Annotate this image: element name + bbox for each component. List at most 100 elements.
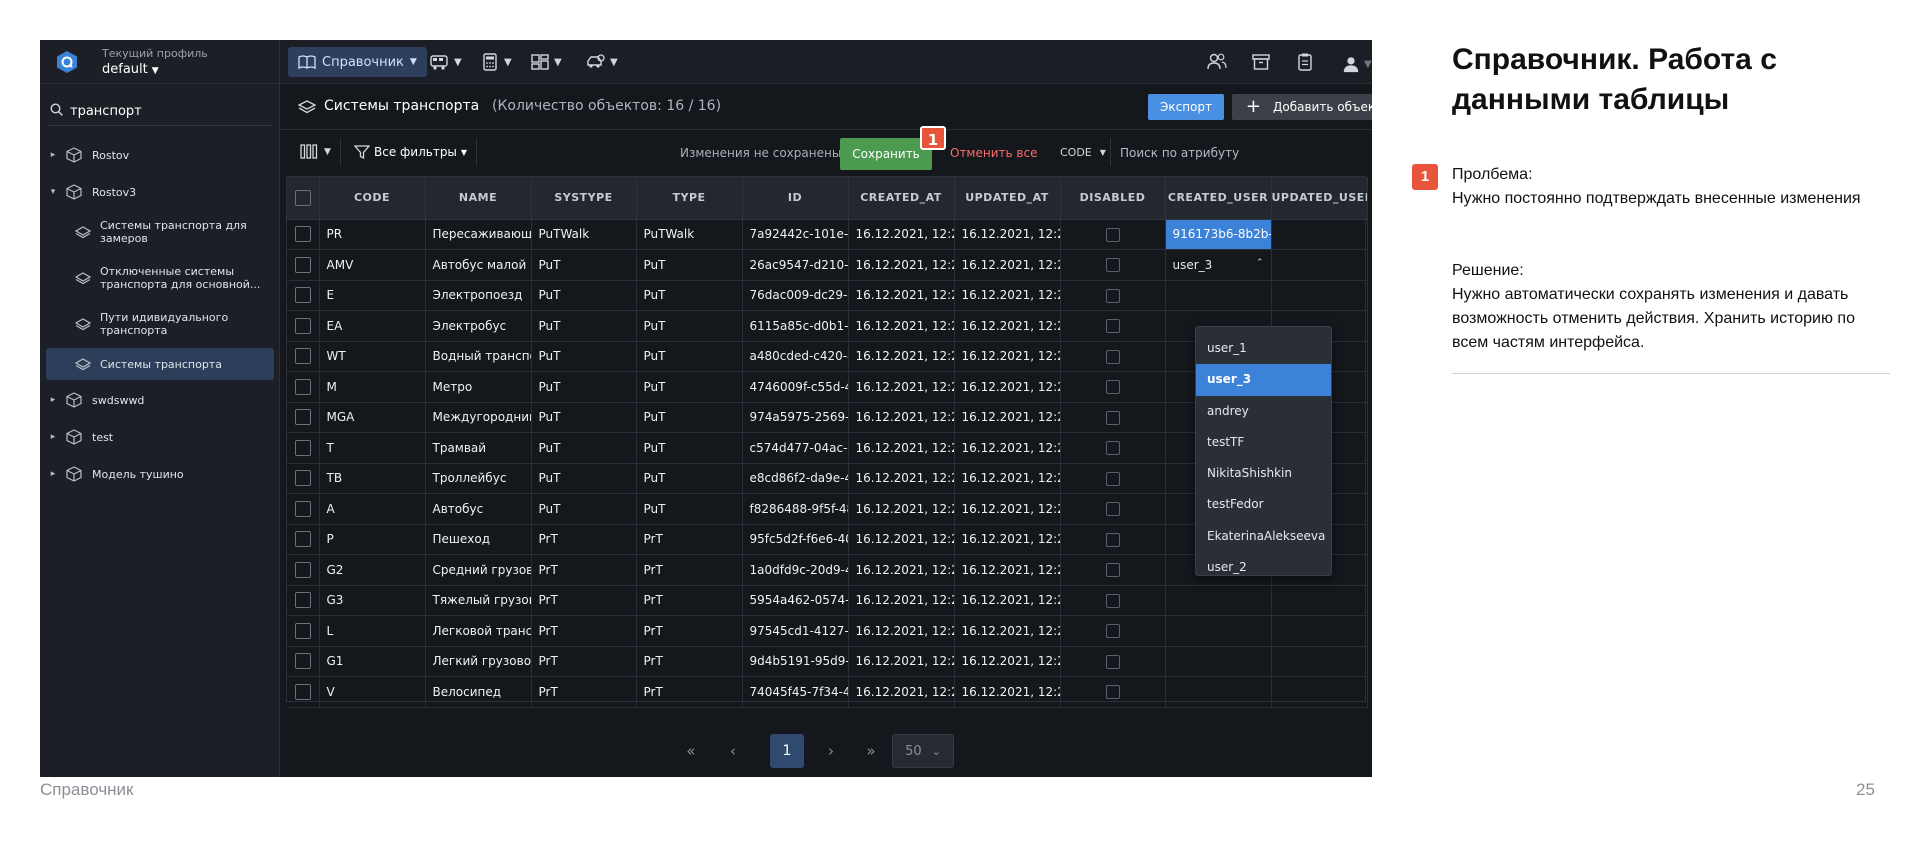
cell-created-at[interactable]: 16.12.2021, 12:29: [848, 554, 955, 586]
cell-updated-at[interactable]: 16.12.2021, 12:29: [954, 341, 1061, 372]
table-row[interactable]: PR Пересаживающ PuTWalk PuTWalk 7a92442c-101…: [287, 219, 1368, 250]
user-menu-button[interactable]: ▼: [1342, 51, 1372, 77]
disabled-checkbox[interactable]: [1105, 471, 1120, 486]
row-checkbox[interactable]: [294, 317, 311, 334]
cell-systype[interactable]: PuT: [531, 249, 637, 281]
cell-created-at[interactable]: 16.12.2021, 12:29: [848, 341, 955, 372]
disabled-checkbox[interactable]: [1105, 532, 1120, 547]
cell-systype[interactable]: PuT: [531, 341, 637, 372]
sidebar-item-disabled-systems[interactable]: Отключенные системы транспорта для основ…: [46, 262, 274, 294]
cell-type[interactable]: PuT: [636, 341, 743, 372]
cell-id[interactable]: 26ac9547-d210-4: [742, 249, 849, 281]
cell-code[interactable]: T: [319, 432, 426, 464]
cell-type[interactable]: PuT: [636, 432, 743, 464]
disabled-checkbox[interactable]: [1105, 410, 1120, 425]
row-checkbox[interactable]: [294, 592, 311, 609]
cell-updated-at[interactable]: 16.12.2021, 12:29: [954, 219, 1061, 250]
sidebar-item-measurement-systems[interactable]: Системы транспорта для замеров: [46, 216, 274, 248]
sidebar-item-individual-paths[interactable]: Пути идивидуального транспорта: [46, 308, 274, 340]
dropdown-option[interactable]: andrey: [1196, 396, 1331, 427]
cell-id[interactable]: 97545cd1-4127-4: [742, 615, 849, 647]
cell-updated-at[interactable]: 16.12.2021, 12:29: [954, 493, 1061, 525]
column-header-name[interactable]: NAME: [425, 177, 532, 220]
add-object-button[interactable]: + Добавить объект: [1232, 94, 1372, 120]
caret-right-icon[interactable]: ▸: [46, 469, 60, 479]
cell-name[interactable]: Легковой трансп: [425, 615, 532, 647]
all-filters-button[interactable]: Все фильтры ▼: [354, 144, 467, 160]
table-row[interactable]: L Легковой трансп PrT PrT 97545cd1-4127-4 16.…: [287, 615, 1368, 647]
cell-name[interactable]: Трамвай: [425, 432, 532, 464]
layout-menu-button[interactable]: ▼: [530, 49, 562, 75]
cell-type[interactable]: PrT: [636, 615, 743, 647]
sidebar-search-input[interactable]: [70, 100, 270, 122]
cell-updated-at[interactable]: 16.12.2021, 12:29: [954, 402, 1061, 433]
cell-created-at[interactable]: 16.12.2021, 12:29: [848, 524, 955, 555]
row-checkbox[interactable]: [294, 256, 311, 273]
column-header-code[interactable]: CODE: [319, 177, 426, 220]
profile-value[interactable]: default ▼: [102, 62, 159, 77]
row-checkbox[interactable]: [294, 470, 311, 487]
disabled-checkbox[interactable]: [1105, 380, 1120, 394]
cell-type[interactable]: PrT: [636, 585, 743, 616]
cell-code[interactable]: G1: [319, 646, 426, 677]
export-button[interactable]: Экспорт: [1148, 94, 1224, 120]
cell-type[interactable]: PuT: [636, 463, 743, 494]
users-icon[interactable]: [1206, 51, 1228, 73]
disabled-checkbox[interactable]: [1105, 593, 1120, 608]
cell-code[interactable]: AMV: [319, 249, 426, 281]
cell-updated-user[interactable]: [1271, 280, 1368, 311]
table-row[interactable]: G3 Тяжелый грузов PrT PrT 5954a462-0574-4 16.…: [287, 585, 1368, 616]
page-size-select[interactable]: 50 ⌄: [892, 734, 954, 768]
cell-updated-at[interactable]: 16.12.2021, 12:29: [954, 646, 1061, 677]
cell-systype[interactable]: PuT: [531, 402, 637, 433]
cell-id[interactable]: c574d477-04ac-4: [742, 432, 849, 464]
cell-systype[interactable]: PuT: [531, 371, 637, 403]
user-dropdown-list[interactable]: user_1 user_3 andrey testTF NikitaShishkin te…: [1195, 326, 1332, 576]
cell-systype[interactable]: PrT: [531, 646, 637, 677]
profile-switcher[interactable]: Текущий профиль default ▼: [40, 40, 280, 84]
row-checkbox[interactable]: [294, 561, 311, 578]
cell-id[interactable]: f8286488-9f5f-48: [742, 493, 849, 525]
cell-created-at[interactable]: 16.12.2021, 12:29: [848, 219, 955, 250]
cell-name[interactable]: Междугородний: [425, 402, 532, 433]
dropdown-option[interactable]: EkaterinaAlekseeva: [1196, 521, 1331, 552]
cell-name[interactable]: Водный транспо: [425, 341, 532, 372]
cell-type[interactable]: PrT: [636, 524, 743, 555]
dropdown-option[interactable]: testTF: [1196, 427, 1331, 458]
disabled-checkbox[interactable]: [1105, 563, 1120, 577]
sidebar-item-transport-systems[interactable]: Системы транспорта: [46, 348, 274, 380]
cell-systype[interactable]: PrT: [531, 524, 637, 555]
cell-id[interactable]: 974a5975-2569-4: [742, 402, 849, 433]
cell-updated-user[interactable]: [1271, 615, 1368, 647]
attribute-select[interactable]: CODE ▼: [1060, 146, 1106, 159]
caret-down-icon[interactable]: ▾: [46, 187, 60, 197]
cell-name[interactable]: Электропоезд: [425, 280, 532, 311]
row-checkbox[interactable]: [294, 653, 311, 670]
disabled-checkbox[interactable]: [1105, 288, 1120, 303]
table-row[interactable]: E Электропоезд PuT PuT 76dac009-dc29-4 16.12.…: [287, 280, 1368, 311]
column-header-updated-user[interactable]: UPDATED_USER: [1271, 177, 1368, 220]
cell-systype[interactable]: PuT: [531, 310, 637, 342]
cell-systype[interactable]: PuT: [531, 280, 637, 311]
row-checkbox[interactable]: [294, 226, 311, 243]
cancel-all-button[interactable]: Отменить все: [950, 146, 1037, 160]
cell-name[interactable]: Тяжелый грузов: [425, 585, 532, 616]
cell-systype[interactable]: PuT: [531, 463, 637, 494]
last-page-button[interactable]: »: [854, 734, 888, 768]
caret-right-icon[interactable]: ▸: [46, 395, 60, 405]
cell-updated-at[interactable]: 16.12.2021, 12:29: [954, 371, 1061, 403]
cell-updated-at[interactable]: 16.12.2021, 12:29: [954, 463, 1061, 494]
table-row[interactable]: G1 Легкий грузовой PrT PrT 9d4b5191-95d9- 16.…: [287, 646, 1368, 677]
clipboard-icon[interactable]: [1294, 51, 1316, 73]
cell-id[interactable]: 95fc5d2f-f6e6-40: [742, 524, 849, 555]
row-checkbox[interactable]: [294, 500, 311, 517]
cell-created-at[interactable]: 16.12.2021, 12:29: [848, 493, 955, 525]
cell-created-at[interactable]: 16.12.2021, 12:29: [848, 280, 955, 311]
row-checkbox[interactable]: [294, 409, 311, 426]
cell-created-user[interactable]: [1165, 280, 1272, 311]
calculator-menu-button[interactable]: ▼: [480, 49, 512, 75]
cell-updated-at[interactable]: 16.12.2021, 12:29: [954, 310, 1061, 342]
columns-menu-button[interactable]: ▼: [300, 144, 331, 159]
cell-name[interactable]: Автобус: [425, 493, 532, 525]
cell-systype[interactable]: PuT: [531, 432, 637, 464]
